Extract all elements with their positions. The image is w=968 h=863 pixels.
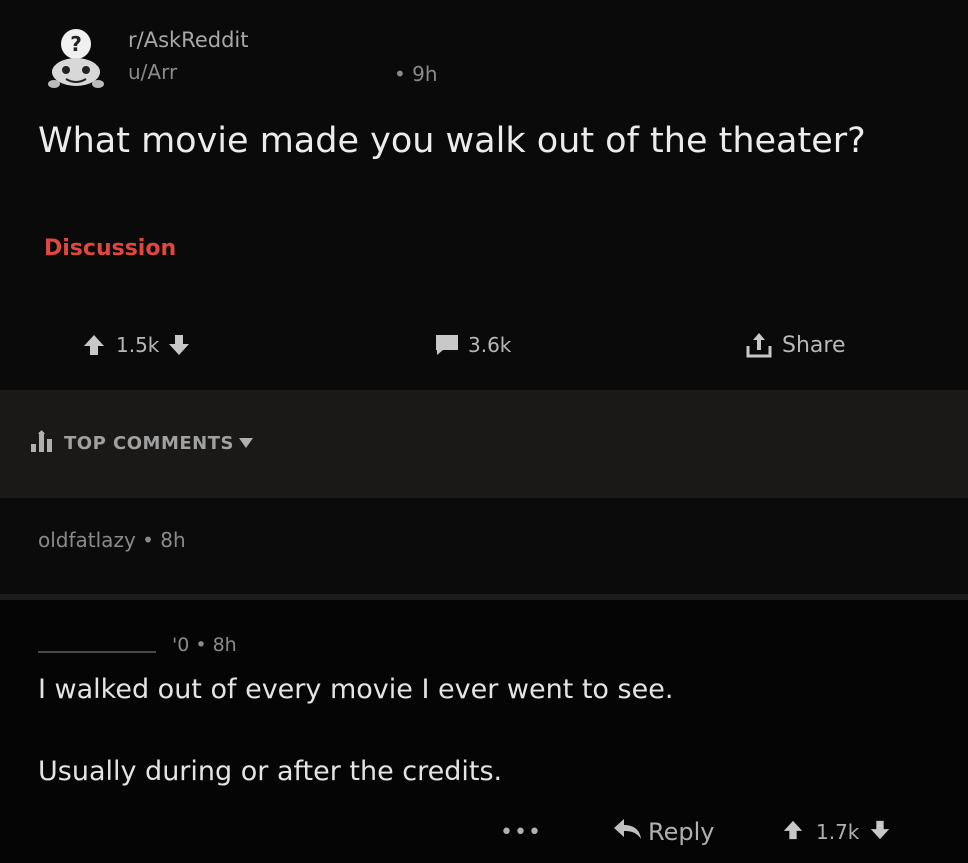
redacted-username	[38, 637, 156, 653]
comment-body-line: I walked out of every movie I ever went …	[38, 674, 674, 705]
speech-bubble-icon	[434, 333, 460, 357]
reply-arrow-icon	[612, 817, 642, 847]
post-vote-bar: 1.5k	[82, 330, 191, 360]
share-upload-icon	[744, 330, 774, 360]
comment-vote-count: 1.7k	[816, 820, 860, 844]
author-link[interactable]: u/Arr	[128, 60, 177, 84]
share-button[interactable]: Share	[744, 330, 846, 360]
post-title[interactable]: What movie made you walk out of the thea…	[38, 118, 898, 164]
collapsed-comment[interactable]: oldfatlazy • 8h	[0, 498, 968, 594]
sort-label: TOP COMMENTS	[64, 433, 234, 454]
reply-label: Reply	[648, 818, 715, 846]
post-vote-count: 1.5k	[116, 333, 160, 357]
caret-down-icon	[238, 433, 254, 454]
comment-meta-row: '0 • 8h	[38, 634, 237, 656]
comment-vote-bar: 1.7k	[782, 816, 891, 848]
post-timestamp: • 9h	[394, 62, 438, 86]
bar-chart-sort-icon	[30, 430, 54, 457]
comment-meta[interactable]: oldfatlazy • 8h	[38, 528, 186, 552]
svg-text:?: ?	[70, 32, 82, 56]
arrow-up-icon[interactable]	[82, 333, 106, 357]
comment-meta[interactable]: '0 • 8h	[172, 634, 237, 656]
arrow-down-icon[interactable]	[869, 819, 891, 846]
comment-body-line: Usually during or after the credits.	[38, 756, 503, 787]
subreddit-link[interactable]: r/AskReddit	[128, 28, 248, 52]
sort-dropdown[interactable]: TOP COMMENTS	[30, 430, 254, 457]
arrow-up-icon[interactable]	[782, 819, 804, 846]
more-options-button[interactable]: •••	[500, 816, 542, 848]
post-card: ? r/AskReddit u/Arr • 9h What movie made…	[0, 0, 968, 390]
comment: '0 • 8h I walked out of every movie I ev…	[0, 600, 968, 863]
comment-sort-bar: TOP COMMENTS	[0, 390, 968, 498]
comment-count: 3.6k	[468, 333, 512, 357]
post-flair[interactable]: Discussion	[44, 236, 176, 261]
snoo-question-avatar-icon[interactable]: ?	[46, 26, 106, 92]
reply-button[interactable]: Reply	[612, 816, 714, 848]
share-label: Share	[782, 332, 846, 358]
arrow-down-icon[interactable]	[167, 333, 191, 357]
comments-button[interactable]: 3.6k	[434, 330, 511, 360]
